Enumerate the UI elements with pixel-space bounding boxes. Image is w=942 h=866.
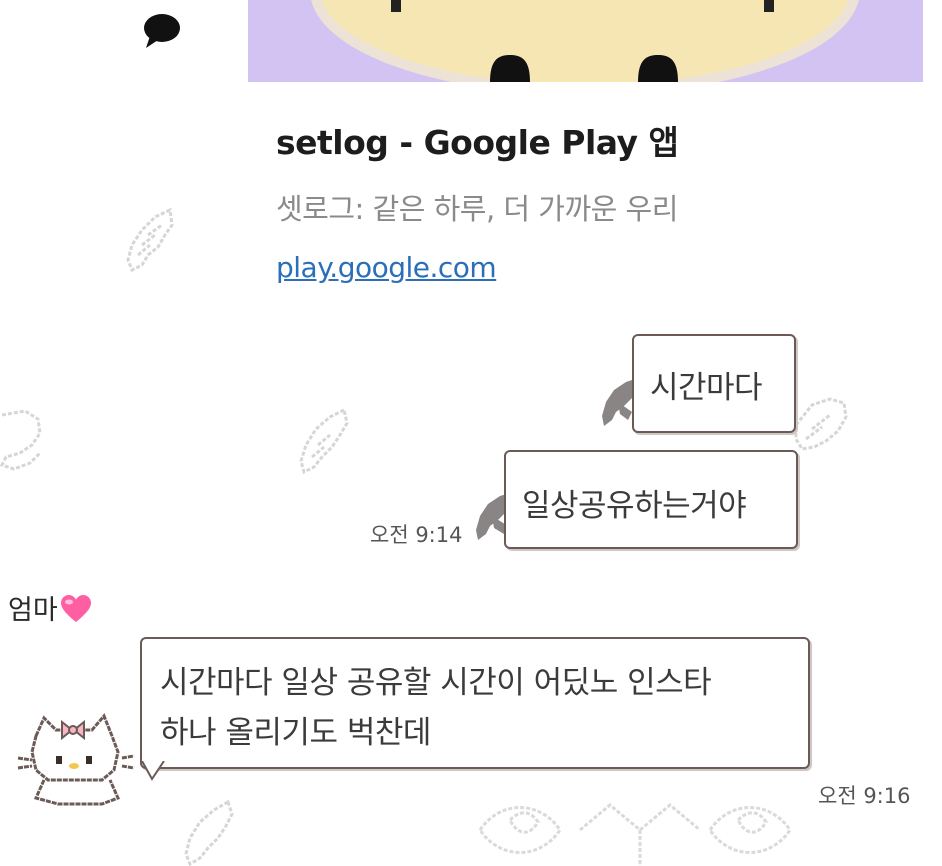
wing-decoration [178,798,238,866]
chat-bubble-icon[interactable] [142,12,182,54]
message-bubble-sent[interactable]: 시간마다 [632,334,796,433]
link-preview-card[interactable]: setlog - Google Play 앱 셋로그: 같은 하루, 더 가까운… [248,0,923,300]
preview-url-link[interactable]: play.google.com [276,251,497,284]
preview-description: 셋로그: 같은 하루, 더 가까운 우리 [276,192,678,226]
sender-name: 엄마 [8,588,92,630]
heart-emoji [60,595,92,630]
hello-kitty-avatar[interactable] [14,708,136,808]
message-bubble-received[interactable]: 시간마다 일상 공유할 시간이 어딨노 인스타 하나 올리기도 벅찬데 [140,637,810,769]
message-text: 일상공유하는거야 [522,488,747,524]
wing-decoration [292,405,354,477]
message-text: 시간마다 [650,370,763,406]
message-timestamp: 오전 9:16 [818,784,911,808]
preview-title[interactable]: setlog - Google Play 앱 [276,116,679,164]
wing-decoration [792,395,850,465]
wing-decoration [0,405,45,475]
message-text-line-2: 하나 올리기도 벅찬데 [160,715,431,751]
message-timestamp: 오전 9:14 [370,523,463,547]
message-bubble-sent[interactable]: 일상공유하는거야 [504,450,798,549]
message-text-line-1: 시간마다 일상 공유할 시간이 어딨노 인스타 [160,665,712,701]
rose-decoration [470,790,810,866]
sender-name-text: 엄마 [8,595,58,626]
wing-decoration [120,205,180,275]
preview-thumbnail [248,0,923,82]
